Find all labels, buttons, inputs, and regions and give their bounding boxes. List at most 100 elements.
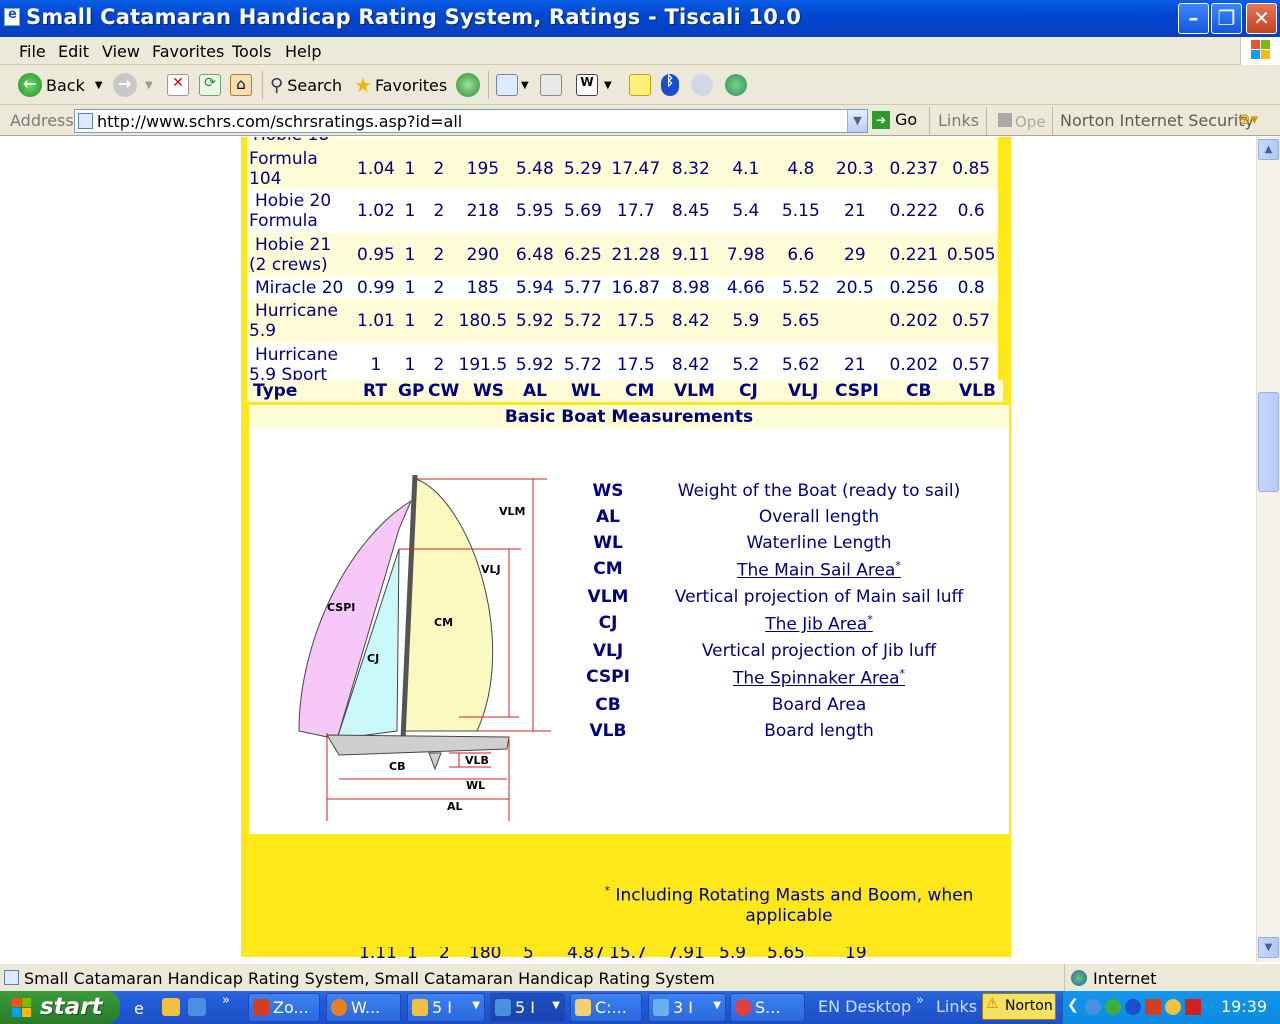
tray-norton-icon[interactable] <box>1165 999 1181 1015</box>
go-button[interactable]: ➔ Go <box>872 110 917 129</box>
address-dropdown[interactable]: ▼ <box>847 110 867 132</box>
links-label[interactable]: Links <box>938 111 979 130</box>
task-folder[interactable]: C:... <box>570 993 642 1022</box>
address-bar: Address http://www.schrs.com/schrsrating… <box>0 105 1280 136</box>
contacts-button[interactable] <box>725 71 747 99</box>
print-button[interactable] <box>540 71 562 99</box>
col-cspi: CSPI <box>835 381 879 401</box>
ie-quicklaunch-icon[interactable]: e <box>134 999 144 1018</box>
legend-link[interactable]: The Main Sail Area* <box>659 559 979 581</box>
stop-button[interactable]: ✕ <box>167 71 189 99</box>
address-url[interactable]: http://www.schrs.com/schrsratings.asp?id… <box>97 112 462 131</box>
ope-button[interactable]: Ope <box>1015 113 1046 131</box>
legend-abbr: CB <box>595 695 621 715</box>
start-button[interactable]: start <box>0 991 120 1024</box>
table-cell: 7.98 <box>716 233 775 277</box>
tray-check-icon[interactable] <box>1105 999 1121 1015</box>
legend-link[interactable]: The Spinnaker Area* <box>659 667 979 689</box>
table-cell: 6.48 <box>510 233 559 277</box>
minimize-button[interactable]: – <box>1178 3 1209 34</box>
legend-desc: Vertical projection of Main sail luff <box>674 587 964 607</box>
quicklaunch-icon-3[interactable] <box>188 998 206 1016</box>
task-s[interactable]: S... <box>730 993 805 1022</box>
scroll-down-button[interactable]: ▼ <box>1258 937 1279 958</box>
partial-cell: 15.7 <box>609 947 647 962</box>
bluetooth-button[interactable]: ᛒ <box>661 71 679 99</box>
tray-mixer-icon[interactable] <box>1185 999 1201 1015</box>
tray-network-icon[interactable] <box>1085 999 1101 1015</box>
legend-desc: Weight of the Boat (ready to sail) <box>677 481 961 501</box>
messenger-button[interactable] <box>691 71 713 99</box>
menu-tools[interactable]: Tools <box>232 42 271 61</box>
table-header-row: Type RT GP CW WS AL WL CM VLM CJ VLJ CSP… <box>247 380 1003 402</box>
task-zonealarm[interactable]: Zo... <box>248 993 320 1022</box>
col-cw: CW <box>428 381 460 401</box>
col-vlj: VLJ <box>788 381 819 401</box>
main-sail <box>404 478 494 732</box>
back-button[interactable]: ← Back ▼ <box>18 71 103 99</box>
menu-favorites[interactable]: Favorites <box>152 42 224 61</box>
quicklaunch-icon-2[interactable] <box>162 998 180 1016</box>
tray-bluetooth-icon[interactable] <box>1125 999 1141 1015</box>
table-row-partial: 1.11 1 2 180 5 4.87 15.7 7.91 5.9 5.65 19 <box>247 947 1003 962</box>
table-cell: 5.77 <box>558 277 607 299</box>
legend-desc: Overall length <box>758 507 880 527</box>
chat-icon <box>691 74 713 96</box>
legend-abbr: AL <box>596 507 620 527</box>
footnote-line1: Including Rotating Masts and Boom, when <box>615 885 974 906</box>
stop-icon: ✕ <box>167 74 189 96</box>
task-group-3[interactable]: 3 I ▼ <box>648 993 726 1022</box>
desktop-toolbar[interactable]: EN Desktop <box>818 997 911 1016</box>
address-input[interactable]: http://www.schrs.com/schrsratings.asp?id… <box>74 109 868 133</box>
table-cell <box>826 299 883 343</box>
legend-row-vlm: VLM Vertical projection of Main sail luff <box>579 587 989 613</box>
page-icon <box>4 970 19 985</box>
clock[interactable]: 19:39 <box>1221 997 1267 1016</box>
vertical-scrollbar[interactable]: ▲ ▼ <box>1256 137 1280 962</box>
menu-edit[interactable]: Edit <box>58 42 89 61</box>
norton-taskbar-button[interactable]: ⚠ Norton <box>982 993 1056 1020</box>
links-toolbar[interactable]: Links <box>936 997 977 1016</box>
toolbar-overflow-icon[interactable]: » <box>916 993 924 1008</box>
legend-link[interactable]: The Jib Area* <box>659 613 979 635</box>
tray-expand-icon[interactable]: ❮ <box>1067 997 1079 1013</box>
desktop-label: Desktop <box>845 997 912 1016</box>
mail-button[interactable]: ▼ <box>496 71 529 99</box>
task-group-2-active[interactable]: 5 I ▼ <box>490 993 565 1022</box>
legend-row-cspi: CSPI The Spinnaker Area* <box>579 667 989 693</box>
table-cell: 195 <box>454 137 511 189</box>
partial-cell: 5.65 <box>767 947 805 962</box>
task-group-1[interactable]: 5 I ▼ <box>407 993 485 1022</box>
forward-button[interactable]: → ▼ <box>113 71 153 99</box>
menu-view[interactable]: View <box>102 42 140 61</box>
scroll-up-button[interactable]: ▲ <box>1258 139 1279 160</box>
refresh-button[interactable]: ⟳ <box>199 71 221 99</box>
refresh-icon: ⟳ <box>199 74 221 96</box>
close-button[interactable]: ✕ <box>1246 3 1277 34</box>
quicklaunch-overflow-icon[interactable]: » <box>222 993 230 1008</box>
maximize-button[interactable]: ❐ <box>1211 3 1242 34</box>
scroll-thumb[interactable] <box>1258 392 1279 492</box>
legend-abbr: WL <box>593 533 623 553</box>
norton-internet-security[interactable]: Norton Internet Security <box>1060 111 1254 130</box>
table-cell: 2 <box>422 299 455 343</box>
table-cell: 21.28 <box>606 233 665 277</box>
menu-help[interactable]: Help <box>285 42 321 61</box>
table-cell: 5.48 <box>510 137 559 189</box>
home-button[interactable]: ⌂ <box>230 71 252 99</box>
edit-button[interactable]: W ▼ <box>576 71 612 99</box>
favorites-button[interactable]: ★ Favorites <box>354 71 447 99</box>
table-cell: 21 <box>826 189 883 233</box>
search-button[interactable]: ⚲ Search <box>270 71 342 99</box>
history-button[interactable] <box>456 71 480 99</box>
norton-icon[interactable]: ⊕▾ <box>1238 110 1258 128</box>
table-row: Hobie 21 (2 crews) 0.95 1 2 290 6.48 6.25 21.28 9… <box>247 233 998 277</box>
legend-row-vlb: VLB Board length <box>579 721 989 747</box>
windows-flag-icon <box>12 998 32 1018</box>
tray-zonealarm-icon[interactable] <box>1145 999 1161 1015</box>
notes-button[interactable] <box>629 71 651 99</box>
toolbar: ← Back ▼ → ▼ ✕ ⟳ ⌂ ⚲ Search ★ Favorites … <box>0 65 1280 105</box>
menu-file[interactable]: File <box>19 42 46 61</box>
task-firefox[interactable]: W... <box>326 993 401 1022</box>
boat-name: Miracle 20 <box>247 277 355 299</box>
